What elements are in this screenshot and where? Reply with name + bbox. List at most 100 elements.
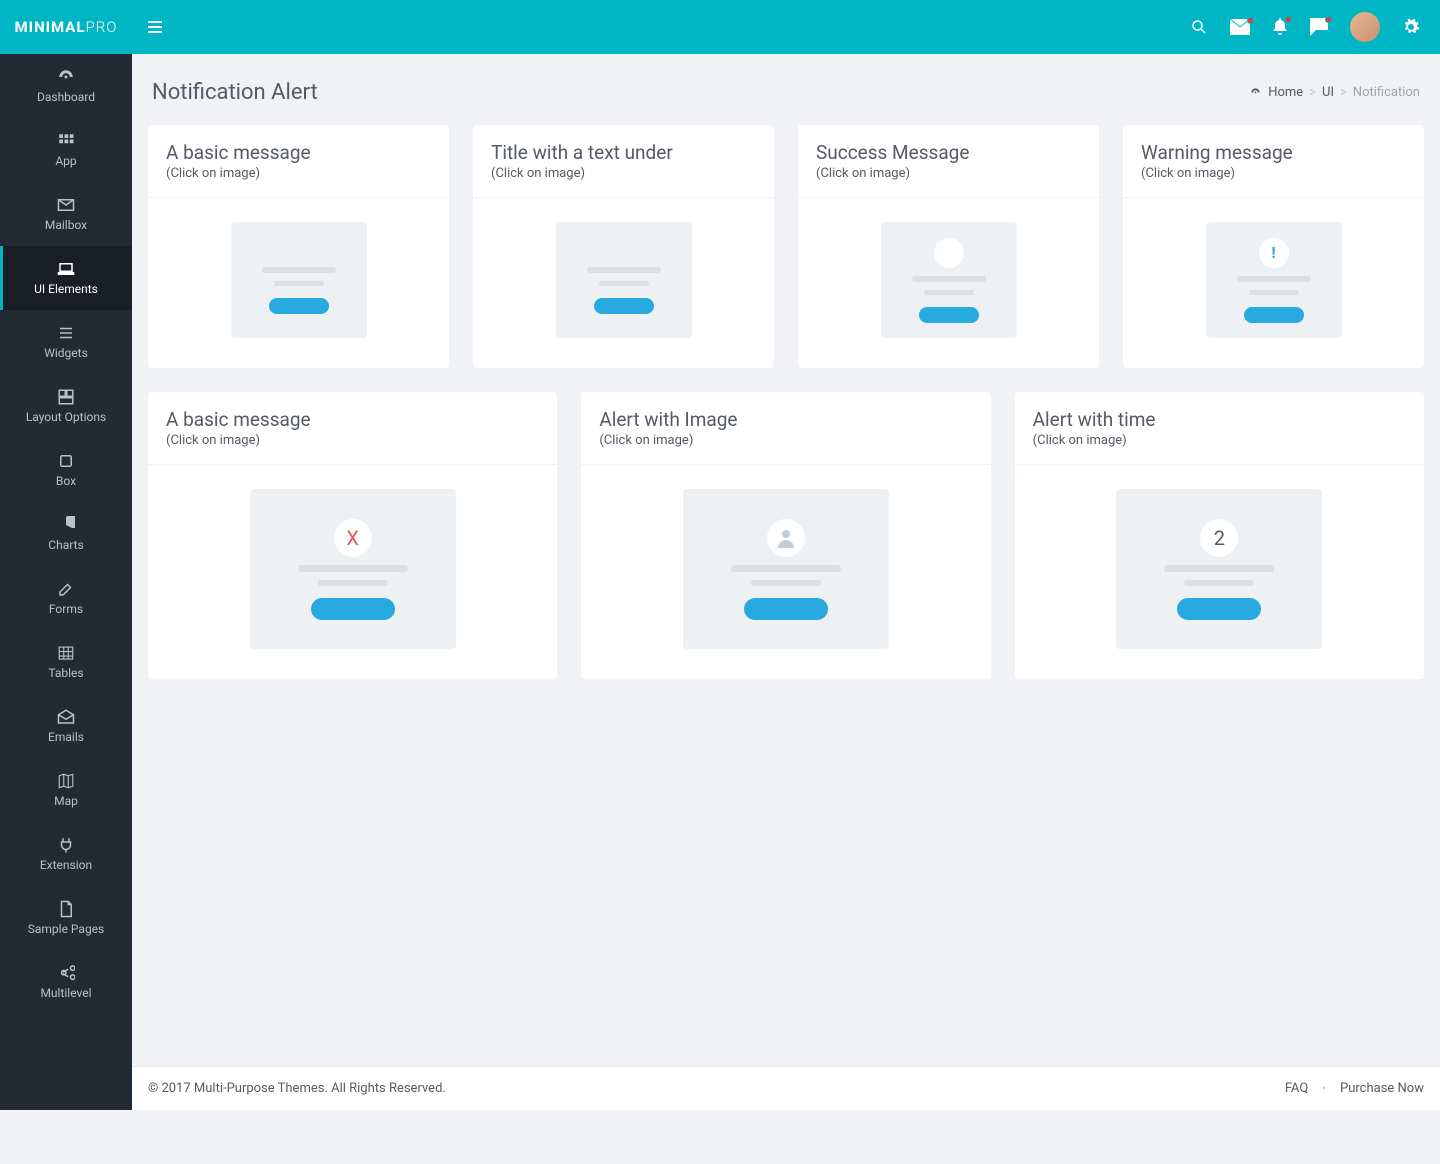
envelope-icon	[57, 196, 75, 214]
edit-icon	[57, 580, 75, 598]
sidebar-item-label: Box	[56, 474, 76, 488]
chat-badge	[1325, 16, 1332, 23]
error-x-icon: X	[334, 519, 372, 557]
mail-icon[interactable]	[1230, 19, 1250, 35]
sidebar-item-label: Charts	[48, 538, 83, 552]
alert-mock[interactable]: !	[1206, 222, 1342, 338]
copyright: © 2017 Multi-Purpose Themes. All Rights …	[148, 1081, 446, 1096]
timer-icon: 2	[1200, 519, 1238, 557]
card-subtitle: (Click on image)	[491, 166, 756, 181]
search-icon[interactable]	[1190, 18, 1208, 36]
share-icon	[57, 964, 75, 982]
alert-mock[interactable]: X	[250, 489, 456, 649]
sidebar-item-widgets[interactable]: Widgets	[0, 310, 132, 374]
gear-icon[interactable]	[1402, 18, 1420, 36]
alert-card: Success Message (Click on image)	[798, 125, 1099, 368]
card-title: A basic message	[166, 141, 431, 164]
card-title: Alert with time	[1033, 408, 1406, 431]
sidebar-item-forms[interactable]: Forms	[0, 566, 132, 630]
sidebar-item-label: Multilevel	[40, 986, 91, 1000]
table-icon	[57, 644, 75, 662]
box-icon	[57, 452, 75, 470]
card-title: Title with a text under	[491, 141, 756, 164]
alert-mock[interactable]: 2	[1116, 489, 1322, 649]
sidebar-item-tables[interactable]: Tables	[0, 630, 132, 694]
alert-mock[interactable]	[231, 222, 367, 338]
sidebar-item-ui-elements[interactable]: UI Elements	[0, 246, 132, 310]
sidebar-item-box[interactable]: Box	[0, 438, 132, 502]
sidebar-item-sample-pages[interactable]: Sample Pages	[0, 886, 132, 950]
sidebar-item-label: Extension	[40, 858, 92, 872]
page-title: Notification Alert	[152, 80, 318, 105]
plug-icon	[57, 836, 75, 854]
sidebar-item-layout-options[interactable]: Layout Options	[0, 374, 132, 438]
breadcrumb-home[interactable]: Home	[1268, 85, 1303, 100]
bell-icon[interactable]	[1272, 18, 1288, 36]
top-header: MINIMALPRO	[0, 0, 1440, 54]
alert-mock[interactable]	[881, 222, 1017, 338]
dashboard-icon	[1249, 87, 1262, 98]
sidebar-item-label: Sample Pages	[28, 922, 105, 936]
sidebar: Dashboard App Mailbox UI Elements Widgets Lay…	[0, 54, 132, 1110]
sidebar-item-label: Dashboard	[37, 90, 95, 104]
layout-icon	[57, 388, 75, 406]
footer-purchase-link[interactable]: Purchase Now	[1340, 1081, 1424, 1096]
mailopen-icon	[57, 708, 75, 726]
bell-badge	[1285, 16, 1292, 23]
sidebar-item-label: Mailbox	[45, 218, 87, 232]
user-icon	[767, 519, 805, 557]
dashboard-icon	[57, 68, 75, 86]
footer-faq-link[interactable]: FAQ	[1285, 1081, 1308, 1096]
hamburger-icon[interactable]	[132, 21, 178, 33]
file-icon	[57, 900, 75, 918]
breadcrumb: Home > UI > Notification	[1249, 85, 1420, 100]
sidebar-item-label: Tables	[48, 666, 83, 680]
warning-icon: !	[1259, 238, 1289, 268]
sidebar-item-label: App	[55, 154, 76, 168]
sidebar-item-label: UI Elements	[34, 282, 98, 296]
breadcrumb-leaf: Notification	[1353, 85, 1420, 100]
sidebar-item-map[interactable]: Map	[0, 758, 132, 822]
pie-icon	[57, 516, 75, 534]
card-subtitle: (Click on image)	[816, 166, 1081, 181]
sidebar-item-label: Emails	[48, 730, 84, 744]
footer: © 2017 Multi-Purpose Themes. All Rights …	[132, 1066, 1440, 1110]
map-icon	[57, 772, 75, 790]
alert-card: Title with a text under (Click on image)	[473, 125, 774, 368]
card-row-2: A basic message (Click on image) X Alert wi…	[148, 392, 1424, 679]
alert-card: A basic message (Click on image)	[148, 125, 449, 368]
avatar[interactable]	[1350, 12, 1380, 42]
laptop-icon	[57, 260, 75, 278]
card-title: Alert with Image	[599, 408, 972, 431]
card-title: Success Message	[816, 141, 1081, 164]
alert-card: Alert with time(Click on image)2	[1015, 392, 1424, 679]
sidebar-item-multilevel[interactable]: Multilevel	[0, 950, 132, 1014]
card-title: A basic message	[166, 408, 539, 431]
alert-card: Alert with Image (Click on image)	[581, 392, 990, 679]
sidebar-item-mailbox[interactable]: Mailbox	[0, 182, 132, 246]
chat-icon[interactable]	[1310, 18, 1328, 36]
grid-icon	[57, 132, 75, 150]
sidebar-item-label: Forms	[49, 602, 83, 616]
sidebar-item-app[interactable]: App	[0, 118, 132, 182]
card-title: Warning message	[1141, 141, 1406, 164]
sidebar-item-charts[interactable]: Charts	[0, 502, 132, 566]
alert-mock[interactable]	[556, 222, 692, 338]
card-subtitle: (Click on image)	[1141, 166, 1406, 181]
card-subtitle: (Click on image)	[166, 433, 539, 448]
sidebar-item-emails[interactable]: Emails	[0, 694, 132, 758]
main-content: Notification Alert Home > UI > Notificat…	[132, 54, 1440, 1110]
sidebar-item-dashboard[interactable]: Dashboard	[0, 54, 132, 118]
sidebar-item-extension[interactable]: Extension	[0, 822, 132, 886]
card-row-1: A basic message(Click on image)Title wit…	[148, 125, 1424, 368]
logo[interactable]: MINIMALPRO	[0, 0, 132, 54]
success-circle-icon	[934, 238, 964, 268]
header-actions	[1190, 12, 1440, 42]
alert-mock[interactable]	[683, 489, 889, 649]
card-subtitle: (Click on image)	[166, 166, 431, 181]
breadcrumb-ui[interactable]: UI	[1322, 85, 1334, 100]
card-subtitle: (Click on image)	[599, 433, 972, 448]
sidebar-item-label: Layout Options	[26, 410, 106, 424]
alert-card: Warning message (Click on image)!	[1123, 125, 1424, 368]
sidebar-item-label: Widgets	[44, 346, 88, 360]
